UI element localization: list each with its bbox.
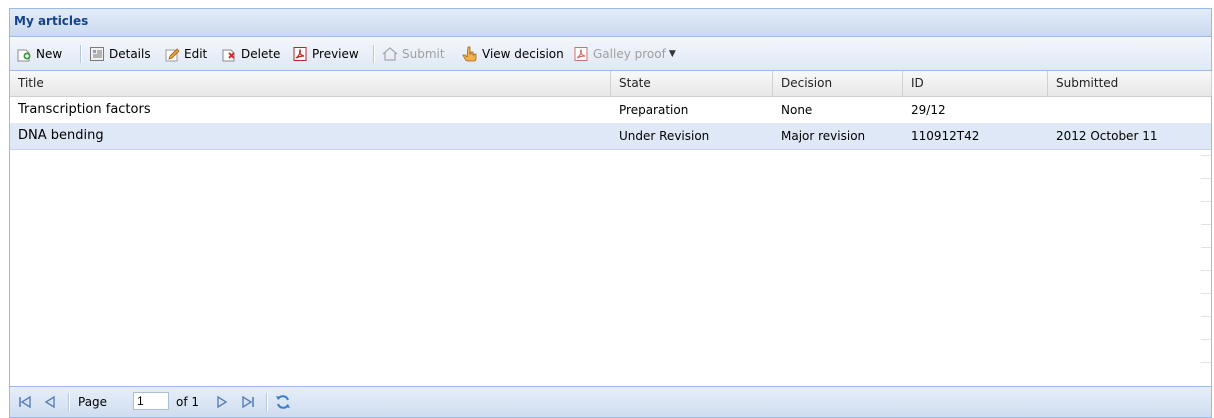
submit-button[interactable]: Submit: [382, 44, 445, 64]
dropdown-arrow-icon: ▼: [668, 49, 676, 59]
new-document-icon: [17, 49, 31, 62]
submit-house-icon: [382, 47, 398, 61]
column-header-title[interactable]: Title: [10, 71, 611, 96]
page-count-label: of 1: [176, 395, 200, 409]
details-label: Details: [109, 47, 151, 61]
pager-separator: [266, 393, 268, 411]
column-header-submitted[interactable]: Submitted: [1048, 71, 1212, 96]
first-page-icon[interactable]: [16, 393, 34, 411]
panel-header: My articles: [10, 9, 1211, 37]
toolbar: New Details Edit Delete Preview Submit V…: [10, 37, 1211, 71]
cell-state: Under Revision: [619, 129, 710, 143]
new-label: New: [36, 47, 63, 61]
column-header-decision[interactable]: Decision: [773, 71, 903, 96]
delete-label: Delete: [241, 47, 281, 61]
cell-submitted: 2012 October 11: [1056, 129, 1158, 143]
toolbar-separator: [373, 45, 375, 63]
cell-title: DNA bending: [18, 128, 104, 143]
my-articles-panel: My articles New Details Edit Delete Prev…: [9, 8, 1212, 418]
table-row-selected[interactable]: DNA bending Under Revision Major revisio…: [10, 123, 1211, 150]
galley-proof-label: Galley proof: [593, 47, 666, 61]
column-header-state[interactable]: State: [611, 71, 773, 96]
galley-proof-button[interactable]: Galley proof ▼: [573, 44, 676, 64]
page-number-input[interactable]: [133, 392, 169, 410]
pdf-icon: [574, 47, 588, 61]
preview-label: Preview: [312, 47, 359, 61]
cell-submitted: [1048, 97, 1056, 123]
new-button[interactable]: New: [16, 44, 62, 64]
cell-decision: Major revision: [781, 129, 866, 143]
cell-title: Transcription factors: [18, 102, 151, 117]
edit-label: Edit: [184, 47, 208, 61]
paging-toolbar: Page of 1: [10, 386, 1211, 417]
cell-id: 110912T42: [911, 129, 980, 143]
hand-pointer-icon: [462, 46, 477, 62]
preview-button[interactable]: Preview: [292, 44, 359, 64]
view-decision-button[interactable]: View decision: [462, 44, 564, 64]
next-page-icon[interactable]: [213, 393, 231, 411]
edit-button[interactable]: Edit: [164, 44, 207, 64]
delete-document-icon: [222, 49, 235, 62]
refresh-icon[interactable]: [274, 393, 292, 411]
toolbar-separator: [80, 45, 82, 63]
details-button[interactable]: Details: [89, 44, 151, 64]
view-decision-label: View decision: [482, 47, 564, 61]
table-row[interactable]: Transcription factors Preparation None 2…: [10, 97, 1211, 124]
cell-state: Preparation: [619, 103, 689, 117]
page-label: Page: [78, 395, 108, 409]
pdf-icon: [293, 47, 307, 61]
scroll-track: [1201, 155, 1211, 385]
submit-label: Submit: [402, 47, 445, 61]
cell-decision: None: [781, 103, 813, 117]
column-header-id[interactable]: ID: [903, 71, 1048, 96]
details-icon: [90, 47, 104, 61]
last-page-icon[interactable]: [239, 393, 257, 411]
delete-button[interactable]: Delete: [221, 44, 280, 64]
cell-id: 29/12: [911, 103, 946, 117]
edit-pencil-icon: [165, 48, 180, 62]
previous-page-icon[interactable]: [41, 393, 59, 411]
panel-title: My articles: [14, 14, 89, 28]
pager-separator: [68, 393, 70, 411]
grid-header: Title State Decision ID Submitted: [10, 71, 1212, 97]
